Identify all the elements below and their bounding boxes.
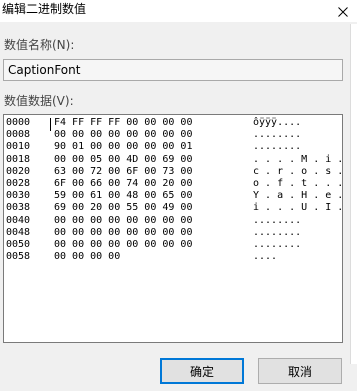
hex-bytes: 6F 00 66 00 74 00 20 00 bbox=[54, 178, 193, 189]
hex-offset: 0028 bbox=[6, 178, 31, 189]
hex-bytes: 00 00 00 00 00 00 00 00 bbox=[54, 226, 193, 238]
value-name-label: 数值名称(N): bbox=[4, 38, 75, 52]
hex-ascii: . . . . M . i . bbox=[253, 153, 343, 165]
hex-bytes: 00 00 00 00 bbox=[54, 251, 121, 263]
close-icon bbox=[338, 2, 348, 21]
hex-offset: 0018 bbox=[6, 153, 31, 165]
hex-ascii: ........ bbox=[253, 141, 302, 153]
hex-offset: 0008 bbox=[6, 129, 31, 141]
hex-offset: 0058 bbox=[6, 251, 31, 263]
close-button[interactable] bbox=[329, 0, 357, 22]
hex-bytes: 59 00 61 00 48 00 65 00 bbox=[54, 190, 193, 202]
value-name-field[interactable] bbox=[3, 59, 343, 81]
hex-bytes: 00 00 00 00 00 00 00 00 bbox=[54, 239, 193, 250]
hex-ascii: Y . a . H . e . bbox=[253, 190, 343, 202]
hex-offset: 0048 bbox=[6, 226, 31, 238]
hex-bytes: 00 00 00 00 00 00 00 00 bbox=[54, 129, 193, 141]
hex-ascii: ôÿÿÿ.... bbox=[253, 117, 302, 128]
hex-editor[interactable]: 0000 F4 FF FF FF 00 00 00 00 ôÿÿÿ.... 0008 0… bbox=[3, 114, 343, 343]
hex-offset: 0020 bbox=[6, 165, 31, 177]
hex-offset: 0040 bbox=[6, 214, 31, 226]
hex-offset: 0050 bbox=[6, 239, 31, 250]
text-caret bbox=[50, 118, 51, 131]
hex-ascii: ........ bbox=[253, 226, 302, 238]
hex-bytes: 00 00 05 00 4D 00 69 00 bbox=[54, 153, 193, 165]
hex-bytes: 90 01 00 00 00 00 00 01 bbox=[54, 141, 193, 153]
hex-offset: 0030 bbox=[6, 190, 31, 202]
hex-ascii: ........ bbox=[253, 214, 302, 226]
hex-ascii: o . f . t . . . bbox=[253, 178, 343, 189]
hex-bytes: 63 00 72 00 6F 00 73 00 bbox=[54, 165, 193, 177]
dialog-edge bbox=[350, 24, 357, 364]
value-data-label: 数值数据(V): bbox=[4, 94, 74, 108]
hex-offset: 0038 bbox=[6, 202, 31, 214]
hex-ascii: ........ bbox=[253, 129, 302, 141]
hex-offset: 0000 bbox=[6, 117, 31, 128]
window-title: 编辑二进制数值 bbox=[2, 2, 87, 16]
hex-bytes: 00 00 00 00 00 00 00 00 bbox=[54, 214, 193, 226]
hex-ascii: .... bbox=[253, 251, 278, 263]
hex-offset: 0010 bbox=[6, 141, 31, 153]
hex-ascii: c . r . o . s . bbox=[253, 165, 343, 177]
cancel-button[interactable]: 取消 bbox=[258, 358, 342, 384]
hex-ascii: i . . . U . I . bbox=[253, 202, 343, 214]
ok-button[interactable]: 确定 bbox=[160, 358, 244, 384]
title-bar: 编辑二进制数值 bbox=[0, 0, 357, 22]
hex-bytes: 69 00 20 00 55 00 49 00 bbox=[54, 202, 193, 214]
hex-ascii: ........ bbox=[253, 239, 302, 250]
hex-bytes: F4 FF FF FF 00 00 00 00 bbox=[54, 117, 193, 128]
